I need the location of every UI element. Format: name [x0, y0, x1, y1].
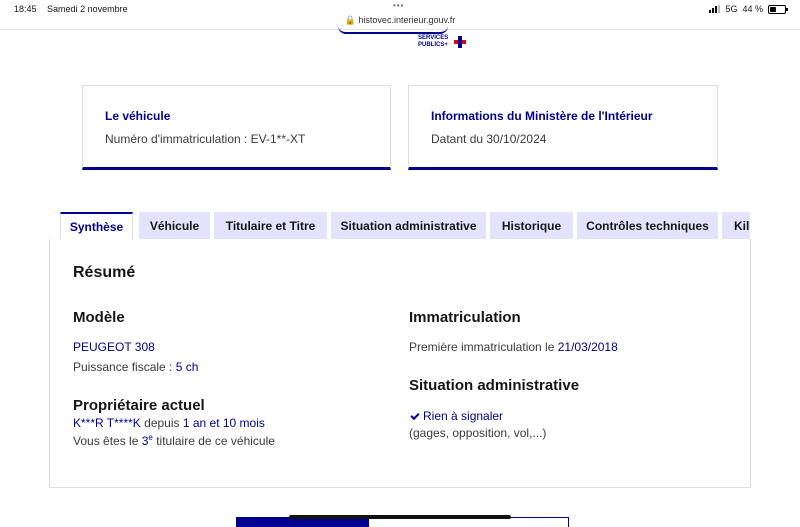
network-label: 5G — [725, 4, 738, 14]
signal-icon — [709, 5, 721, 13]
logo-line1: SERVICES — [418, 35, 449, 41]
tab-synthese[interactable]: Synthèse — [60, 212, 133, 240]
summary-heading: Résumé — [73, 264, 136, 281]
owner-line: K***R T****K depuis 1 an et 10 mois — [73, 416, 265, 430]
registration-heading: Immatriculation — [409, 309, 521, 326]
tab-controles-techniques[interactable]: Contrôles techniques — [577, 212, 718, 240]
services-publics-logo[interactable]: SERVICES PUBLICS+ — [418, 35, 448, 49]
battery-fill — [770, 6, 777, 12]
fiscal-power: Puissance fiscale : 5 ch — [73, 360, 198, 374]
owner-since-label: depuis — [140, 416, 183, 430]
home-indicator — [289, 515, 511, 519]
model-name: PEUGEOT 308 — [73, 340, 155, 354]
tab-vehicule[interactable]: Véhicule — [139, 212, 210, 240]
status-right: 5G 44 % — [709, 4, 788, 14]
ministry-card-title: Informations du Ministère de l'Intérieur — [431, 109, 653, 123]
plus-logo-icon — [454, 36, 466, 48]
battery-icon — [768, 4, 788, 14]
tab-kilometrage[interactable]: Kil — [722, 212, 750, 240]
lock-icon: 🔒 — [344, 15, 356, 25]
admin-status-label: Rien à signaler — [423, 409, 504, 423]
owner-rank-suffix: titulaire de ce véhicule — [152, 434, 275, 448]
logo-line2: PUBLICS+ — [418, 42, 448, 48]
ministry-card-date: Datant du 30/10/2024 — [431, 132, 547, 146]
address-bar[interactable]: 🔒 histovec.interieur.gouv.fr — [0, 15, 800, 26]
first-registration-date: 21/03/2018 — [557, 340, 618, 354]
vehicle-card: Le véhicule Numéro d'immatriculation : E… — [82, 85, 391, 170]
owner-since-value: 1 an et 10 mois — [182, 416, 265, 430]
tab-situation-administrative[interactable]: Situation administrative — [331, 212, 486, 240]
more-dots-icon[interactable]: ••• — [393, 1, 404, 10]
tab-titulaire-titre[interactable]: Titulaire et Titre — [214, 212, 327, 240]
fiscal-power-value: 5 ch — [175, 360, 199, 374]
owner-rank-prefix: Vous êtes le — [73, 434, 142, 448]
address-url: histovec.interieur.gouv.fr — [358, 15, 456, 25]
tab-bar: Synthèse Véhicule Titulaire et Titre Sit… — [60, 212, 750, 240]
check-icon — [410, 410, 420, 420]
admin-heading: Situation administrative — [409, 377, 580, 394]
owner-rank: Vous êtes le 3e titulaire de ce véhicule — [73, 433, 275, 448]
battery-label: 44 % — [742, 4, 763, 14]
status-time: 18:45 — [14, 4, 37, 14]
first-registration: Première immatriculation le 21/03/2018 — [409, 340, 618, 354]
admin-details: (gages, opposition, vol,...) — [409, 426, 547, 440]
ministry-card: Informations du Ministère de l'Intérieur… — [408, 85, 718, 170]
vehicle-card-plate: Numéro d'immatriculation : EV-1**-XT — [105, 132, 306, 146]
first-registration-label: Première immatriculation le — [409, 340, 558, 354]
status-left: 18:45 Samedi 2 novembre — [14, 4, 136, 14]
header-arc — [338, 26, 448, 34]
admin-status: Rien à signaler — [409, 409, 503, 423]
fiscal-power-label: Puissance fiscale : — [73, 360, 176, 374]
status-date: Samedi 2 novembre — [47, 4, 128, 14]
owner-heading: Propriétaire actuel — [73, 397, 205, 414]
tab-historique[interactable]: Historique — [490, 212, 573, 240]
synthese-panel: Résumé Modèle PEUGEOT 308 Puissance fisc… — [49, 239, 751, 488]
model-heading: Modèle — [73, 309, 125, 326]
owner-name: K***R T****K — [73, 416, 141, 430]
vehicle-card-title: Le véhicule — [105, 109, 171, 123]
